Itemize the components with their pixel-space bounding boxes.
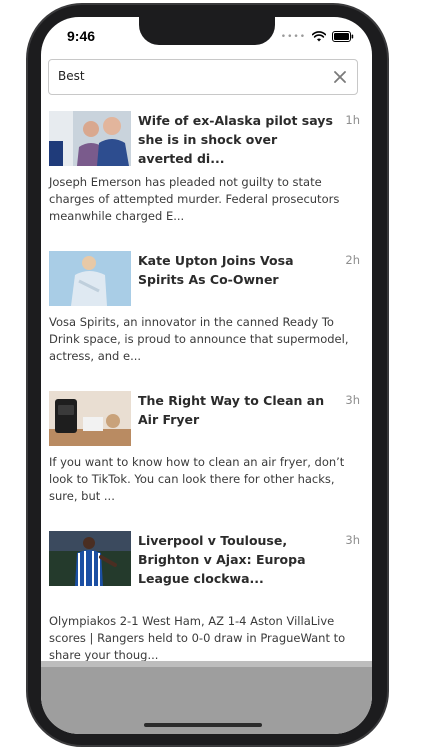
article-summary: If you want to know how to clean an air … bbox=[49, 455, 345, 503]
article-thumbnail bbox=[49, 251, 131, 306]
list-item[interactable]: Kate Upton Joins Vosa Spirits As Co-Owne… bbox=[49, 251, 362, 371]
clear-search-button[interactable] bbox=[329, 66, 351, 88]
status-icons: •••• bbox=[281, 31, 354, 42]
wifi-icon bbox=[312, 31, 326, 42]
close-icon bbox=[334, 71, 346, 83]
article-title[interactable]: Kate Upton Joins Vosa Spirits As Co-Owne… bbox=[138, 251, 334, 289]
signal-dots-icon: •••• bbox=[280, 31, 306, 42]
article-thumbnail bbox=[49, 531, 131, 586]
search-input[interactable]: Best bbox=[48, 59, 358, 95]
article-title[interactable]: The Right Way to Clean an Air Fryer bbox=[138, 391, 334, 429]
list-item[interactable]: The Right Way to Clean an Air Fryer 3h I… bbox=[49, 391, 362, 511]
home-indicator[interactable] bbox=[144, 723, 262, 727]
search-query[interactable]: Best bbox=[58, 69, 85, 83]
article-time: 3h bbox=[345, 393, 360, 407]
article-summary: Vosa Spirits, an innovator in the canned… bbox=[49, 315, 349, 363]
list-item[interactable]: Wife of ex-Alaska pilot says she is in s… bbox=[49, 111, 362, 231]
article-summary: Joseph Emerson has pleaded not guilty to… bbox=[49, 175, 340, 223]
article-thumbnail bbox=[49, 111, 131, 166]
article-time: 3h bbox=[345, 533, 360, 547]
notch bbox=[139, 17, 275, 45]
screen: 9:46 •••• Best Wife of ex-Alaska pilot s… bbox=[41, 17, 372, 734]
partial-row bbox=[41, 661, 372, 667]
status-time: 9:46 bbox=[67, 28, 96, 44]
article-title[interactable]: Wife of ex-Alaska pilot says she is in s… bbox=[138, 111, 334, 168]
article-time: 1h bbox=[345, 113, 360, 127]
article-thumbnail bbox=[49, 391, 131, 446]
battery-icon bbox=[332, 31, 354, 42]
list-item[interactable]: Liverpool v Toulouse, Brighton v Ajax: E… bbox=[49, 531, 362, 661]
article-time: 2h bbox=[345, 253, 360, 267]
article-title[interactable]: Liverpool v Toulouse, Brighton v Ajax: E… bbox=[138, 531, 334, 588]
article-summary: Olympiakos 2-1 West Ham, AZ 1-4 Aston Vi… bbox=[49, 614, 346, 661]
article-list[interactable]: Wife of ex-Alaska pilot says she is in s… bbox=[41, 103, 372, 661]
